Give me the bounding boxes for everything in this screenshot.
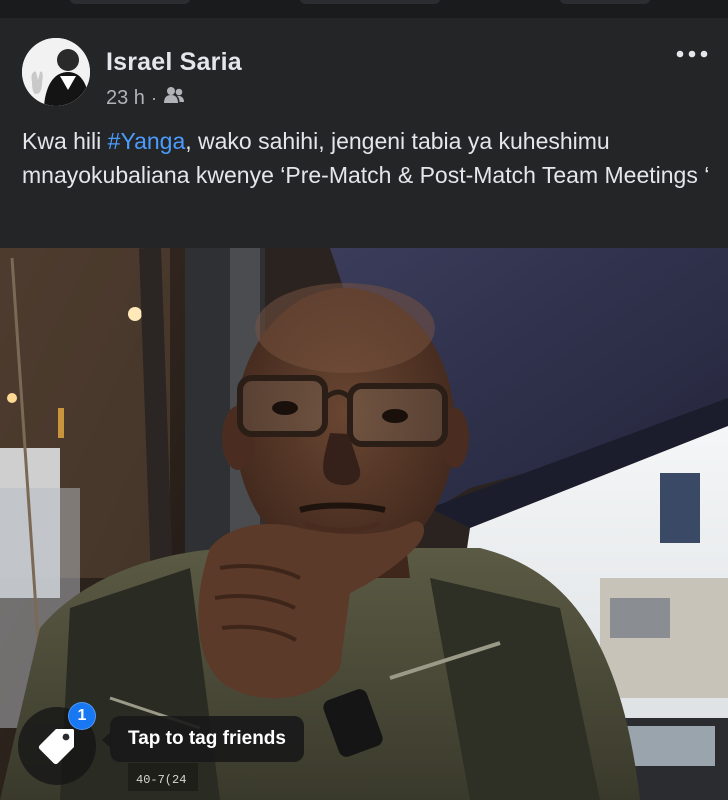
- post-text: Kwa hili #Yanga, wako sahihi, jengeni ta…: [22, 124, 712, 192]
- previous-post-edge: [0, 0, 728, 18]
- tag-icon: [38, 729, 74, 765]
- friends-icon: [163, 86, 185, 110]
- post-meta: 23 h ·: [106, 86, 185, 110]
- avatar-image: [22, 38, 90, 106]
- post-time[interactable]: 23 h: [106, 87, 145, 110]
- post-header: Israel Saria 23 h · Kwa hili #Yanga, wak…: [0, 18, 728, 248]
- tag-count-badge: 1: [68, 702, 96, 730]
- facebook-post-view: Israel Saria 23 h · Kwa hili #Yanga, wak…: [0, 0, 728, 800]
- post-text-start: Kwa hili: [22, 128, 108, 154]
- avatar[interactable]: [22, 38, 90, 106]
- tag-friends-tooltip[interactable]: Tap to tag friends: [110, 716, 304, 762]
- jacket-label: 40-7(24: [136, 773, 186, 787]
- more-horizontal-icon: [676, 50, 708, 58]
- more-options-button[interactable]: [674, 44, 710, 64]
- meta-separator: ·: [150, 87, 157, 108]
- selfie-photo: 40-7(24: [0, 248, 728, 800]
- post-photo[interactable]: 40-7(24: [0, 248, 728, 800]
- author-name[interactable]: Israel Saria: [106, 48, 242, 77]
- hashtag-link[interactable]: #Yanga: [108, 128, 186, 154]
